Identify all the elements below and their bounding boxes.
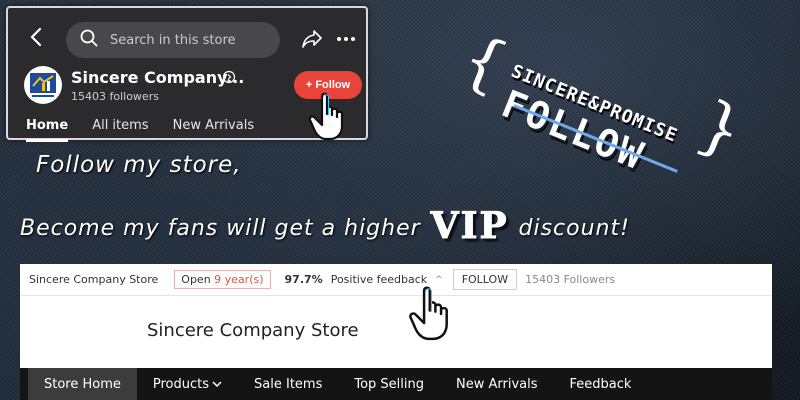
info-icon[interactable] bbox=[222, 69, 236, 88]
nav-top-selling[interactable]: Top Selling bbox=[338, 368, 440, 400]
desktop-followers-count: 15403 Followers bbox=[525, 273, 616, 286]
mobile-search-bar[interactable] bbox=[66, 22, 280, 58]
promo-line-1: Follow my store, bbox=[36, 152, 242, 178]
tab-new-arrivals[interactable]: New Arrivals bbox=[173, 118, 255, 142]
pointing-hand-icon bbox=[406, 284, 458, 348]
tab-home[interactable]: Home bbox=[26, 118, 69, 142]
open-duration-badge: Open 9 year(s) bbox=[174, 270, 271, 289]
mobile-tabs: Home All items New Arrivals bbox=[26, 118, 254, 142]
nav-sale-items[interactable]: Sale Items bbox=[238, 368, 338, 400]
sincere-promise-badge: { SINCERE&PROMISE FOLLOW } bbox=[452, 12, 753, 184]
desktop-follow-button[interactable]: FOLLOW bbox=[452, 269, 518, 290]
share-icon[interactable] bbox=[300, 28, 324, 54]
store-name-small[interactable]: Sincere Company Store bbox=[29, 273, 158, 286]
open-label: Open bbox=[181, 273, 211, 286]
store-info-bar: Sincere Company Store Open 9 year(s) 97.… bbox=[20, 264, 772, 296]
back-icon[interactable] bbox=[26, 26, 48, 48]
nav-store-home[interactable]: Store Home bbox=[28, 368, 137, 400]
promo-line-2-start: Become my fans will get a higher bbox=[20, 216, 421, 241]
desktop-store-header: Sincere Company Store Open 9 year(s) 97.… bbox=[20, 264, 772, 400]
tab-all-items[interactable]: All items bbox=[92, 118, 148, 142]
promo-line-2-end: discount! bbox=[518, 216, 630, 241]
search-icon bbox=[80, 29, 110, 51]
store-logo[interactable] bbox=[24, 66, 62, 104]
store-nav-bar: Store Home Products Sale Items Top Selli… bbox=[20, 368, 772, 400]
mobile-store-header: Sincere Company... 15403 followers + Fol… bbox=[6, 6, 368, 142]
nav-products[interactable]: Products bbox=[137, 368, 238, 400]
right-brace-decoration: } bbox=[687, 87, 754, 171]
nav-new-arrivals[interactable]: New Arrivals bbox=[440, 368, 554, 400]
search-input[interactable] bbox=[110, 32, 260, 48]
pointing-hand-icon bbox=[306, 92, 352, 146]
more-icon[interactable] bbox=[336, 28, 356, 54]
nav-feedback[interactable]: Feedback bbox=[554, 368, 648, 400]
promo-line-2: Become my fans will get a higher VIP dis… bbox=[20, 202, 630, 248]
vip-label: VIP bbox=[430, 205, 509, 248]
positive-feedback-percent: 97.7% bbox=[284, 273, 323, 286]
store-name[interactable]: Sincere Company... bbox=[71, 68, 244, 87]
chevron-down-icon bbox=[212, 377, 222, 392]
store-title: Sincere Company Store bbox=[147, 320, 359, 341]
open-years: 9 year(s) bbox=[214, 273, 264, 286]
nav-products-label: Products bbox=[152, 376, 210, 392]
caret-up-icon[interactable]: ^ bbox=[435, 275, 443, 285]
followers-count: 15403 followers bbox=[71, 90, 159, 103]
